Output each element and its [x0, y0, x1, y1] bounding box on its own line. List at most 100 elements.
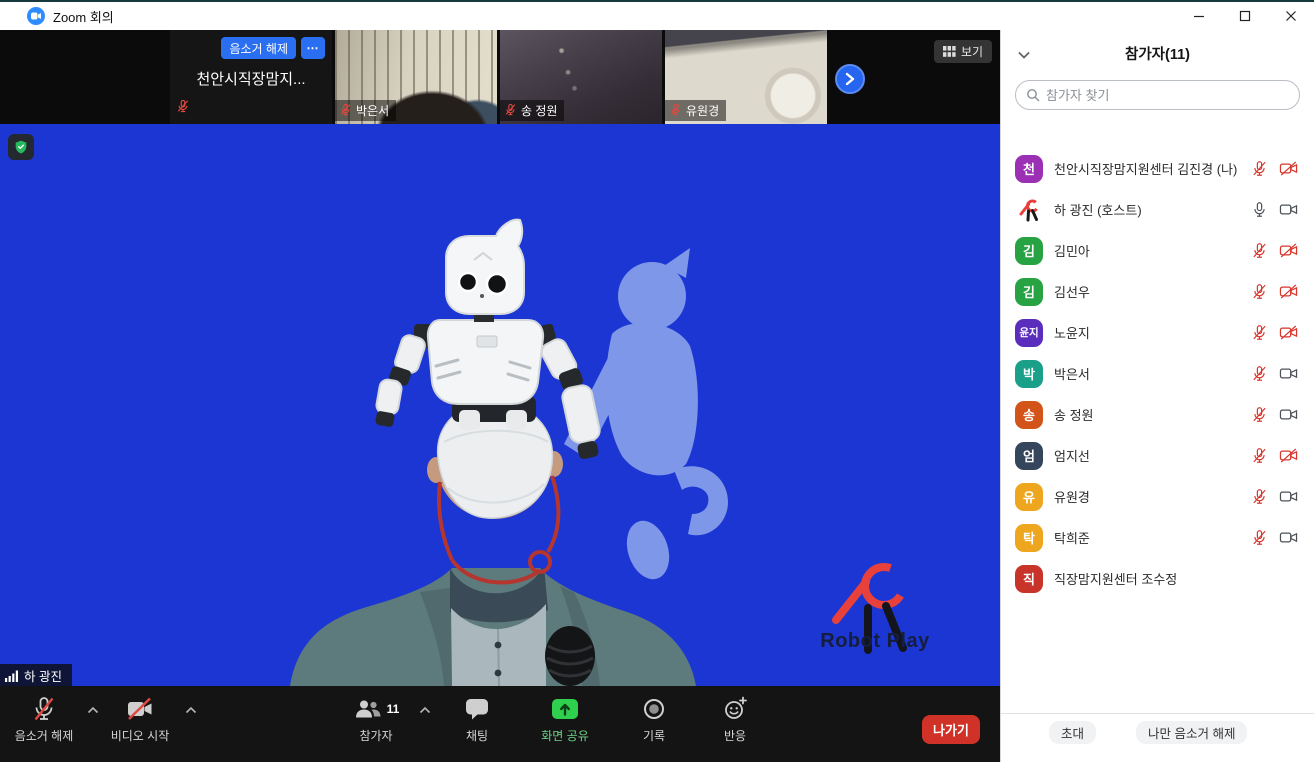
participant-row[interactable]: 엄엄지선 — [1001, 435, 1314, 476]
video-options-caret[interactable] — [184, 702, 198, 720]
participants-panel-title: 참가자(11) — [1125, 43, 1190, 64]
video-area: 음소거 해제 ⋯ 천안시직장맘지... 박은서 송 — [0, 30, 1000, 762]
participant-row[interactable]: 윤지노윤지 — [1001, 312, 1314, 353]
thumbnail-participant[interactable]: 송 정원 — [500, 30, 662, 124]
active-speaker-video: 하 광진 Robot Play — [0, 124, 1000, 686]
panel-bottom-bar: 초대 나만 음소거 해제 — [1001, 713, 1314, 762]
unmute-button[interactable]: 음소거 해제 — [6, 695, 82, 744]
share-screen-button[interactable]: 화면 공유 — [528, 695, 602, 744]
robot-play-watermark: Robot Play — [800, 630, 950, 653]
participant-status-icons — [1251, 201, 1298, 218]
participant-search[interactable] — [1015, 80, 1300, 110]
leave-button[interactable]: 나가기 — [922, 715, 980, 744]
participant-row[interactable]: 유 유원경 — [1001, 476, 1314, 517]
view-button[interactable]: 보기 — [934, 40, 992, 63]
participant-status-icons — [1251, 160, 1298, 177]
participants-count: 11 — [387, 702, 400, 716]
mic-muted-icon — [1251, 365, 1268, 382]
close-button[interactable] — [1268, 2, 1314, 30]
unmute-me-button[interactable]: 나만 음소거 해제 — [1136, 721, 1247, 744]
panel-collapse-button[interactable] — [1015, 46, 1033, 65]
thumbnail-unmute-button[interactable]: 음소거 해제 — [221, 37, 296, 59]
camera-on-icon — [1279, 201, 1298, 218]
mic-muted-icon — [339, 103, 352, 119]
participant-row[interactable]: 탁탁희준 — [1001, 517, 1314, 558]
participant-status-icons — [1251, 529, 1298, 546]
participant-status-icons — [1251, 447, 1298, 464]
mic-muted-icon — [1251, 406, 1268, 423]
camera-off-icon — [1279, 242, 1298, 259]
participant-row[interactable]: 송송 정원 — [1001, 394, 1314, 435]
participant-avatar: 송 — [1015, 401, 1043, 429]
robot-play-logo-icon — [1015, 196, 1043, 224]
thumbnail-participant[interactable]: 유원경 — [665, 30, 827, 124]
chat-icon — [464, 695, 490, 722]
speaker-video-content — [0, 124, 1000, 686]
participant-row[interactable]: 하 광진 (호스트) — [1001, 189, 1314, 230]
participant-row[interactable]: 직 직장맘지원센터 조수정 — [1001, 558, 1314, 599]
thumbnail-name: 유원경 — [686, 102, 719, 119]
signal-bars-icon — [5, 669, 19, 682]
participant-avatar: 직 — [1015, 565, 1043, 593]
invite-button[interactable]: 초대 — [1049, 721, 1096, 744]
participants-panel-header: 참가자(11) — [1001, 30, 1314, 76]
record-button[interactable]: 기록 — [627, 695, 681, 744]
participant-name: 김선우 — [1054, 282, 1251, 301]
participant-row[interactable]: 천천안시직장맘지원센터 김진경 (나) — [1001, 148, 1314, 189]
search-icon — [1026, 88, 1040, 102]
camera-on-icon — [1279, 365, 1298, 382]
thumbnail-more-button[interactable]: ⋯ — [301, 37, 325, 59]
camera-off-icon — [1279, 160, 1298, 177]
next-page-button[interactable] — [835, 64, 865, 94]
participant-status-icons — [1251, 365, 1298, 382]
filmstrip: 음소거 해제 ⋯ 천안시직장맘지... 박은서 송 — [0, 30, 1000, 124]
maximize-button[interactable] — [1222, 2, 1268, 30]
thumbnail-participant[interactable]: 박은서 — [335, 30, 497, 124]
camera-on-icon — [1279, 529, 1298, 546]
participant-row[interactable]: 김김선우 — [1001, 271, 1314, 312]
participant-status-icons — [1251, 242, 1298, 259]
participant-name: 노윤지 — [1054, 323, 1251, 342]
participant-status-icons — [1251, 324, 1298, 341]
mic-options-caret[interactable] — [86, 702, 100, 720]
participant-name: 직장맘지원센터 조수정 — [1054, 569, 1298, 588]
participant-status-icons — [1251, 283, 1298, 300]
reactions-button[interactable]: 반응 — [706, 695, 764, 744]
participant-search-input[interactable] — [1046, 88, 1289, 103]
start-video-button[interactable]: 비디오 시작 — [100, 695, 180, 744]
mic-muted-icon — [1251, 447, 1268, 464]
window-controls — [1176, 2, 1314, 30]
record-icon — [642, 695, 666, 722]
minimize-button[interactable] — [1176, 2, 1222, 30]
participant-list: 천천안시직장맘지원센터 김진경 (나) 하 광진 (호스트) 김김민아김김선우윤지노… — [1001, 148, 1314, 712]
participants-icon — [353, 697, 383, 721]
participants-options-caret[interactable] — [418, 702, 432, 720]
camera-off-icon — [1279, 324, 1298, 341]
mic-muted-icon — [669, 103, 682, 119]
chevron-right-icon — [844, 72, 856, 86]
participant-row[interactable]: 김김민아 — [1001, 230, 1314, 271]
participant-avatar: 천 — [1015, 155, 1043, 183]
participants-button[interactable]: 11 참가자 — [338, 695, 414, 744]
participant-name: 탁희준 — [1054, 528, 1251, 547]
mic-muted-icon — [176, 99, 190, 118]
zoom-meeting-window: Zoom 회의 음소거 해제 ⋯ 천안시직장맘지... — [0, 0, 1314, 762]
security-shield-icon[interactable] — [8, 134, 34, 160]
thumbnail-name: 송 정원 — [521, 102, 557, 119]
mic-muted-icon — [1251, 160, 1268, 177]
participant-avatar: 엄 — [1015, 442, 1043, 470]
mic-on-icon — [1251, 201, 1268, 218]
participant-avatar: 유 — [1015, 483, 1043, 511]
participant-name: 김민아 — [1054, 241, 1251, 260]
window-title: Zoom 회의 — [53, 7, 114, 26]
meeting-toolbar: 음소거 해제 비디오 시작 11 참가자 — [0, 686, 1000, 762]
participant-name: 유원경 — [1054, 487, 1251, 506]
camera-on-icon — [1279, 488, 1298, 505]
thumbnail-self[interactable]: 음소거 해제 ⋯ 천안시직장맘지... — [170, 30, 332, 124]
mic-muted-icon — [504, 103, 517, 119]
mic-muted-icon — [1251, 283, 1268, 300]
participant-name: 하 광진 (호스트) — [1054, 200, 1251, 219]
thumbnail-name: 천안시직장맘지... — [170, 68, 332, 89]
chat-button[interactable]: 채팅 — [448, 695, 506, 744]
participant-row[interactable]: 박박은서 — [1001, 353, 1314, 394]
